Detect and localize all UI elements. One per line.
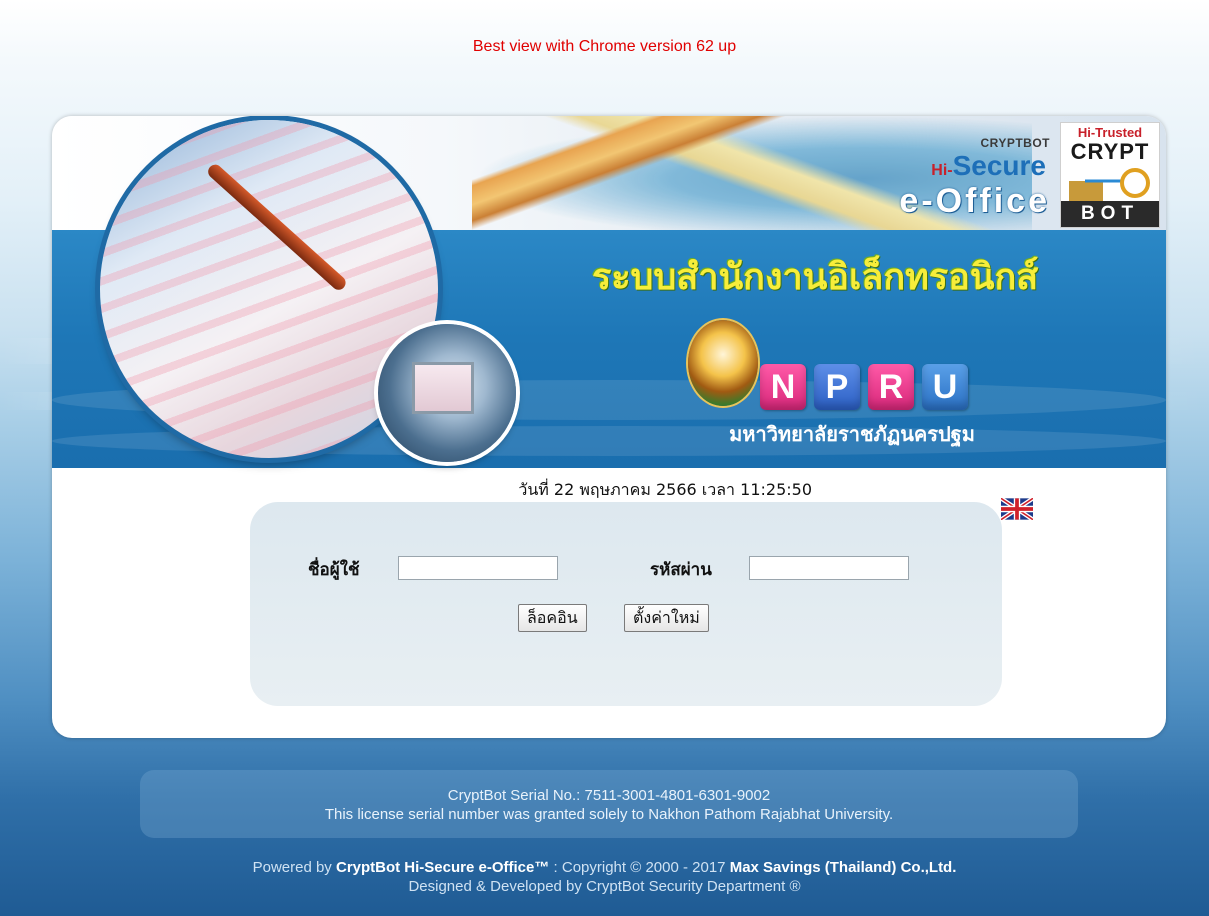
footer-powered: Powered by CryptBot Hi-Secure e-Office™ …: [0, 858, 1209, 877]
login-button[interactable]: ล็อคอิน: [518, 604, 587, 632]
npru-letter-u: U: [922, 364, 968, 410]
pen-graphic: [205, 161, 349, 293]
reset-button[interactable]: ตั้งค่าใหม่: [624, 604, 709, 632]
npru-letter-p: P: [814, 364, 860, 410]
license-grant: This license serial number was granted s…: [324, 806, 894, 823]
footer-company: Max Savings (Thailand) Co.,Ltd.: [729, 859, 957, 876]
hi-trusted-cryptbot-logo: Hi-Trusted CRYPT BOT: [1060, 122, 1160, 228]
password-input[interactable]: [749, 556, 909, 580]
browser-recommendation-note: Best view with Chrome version 62 up: [472, 38, 737, 55]
npru-letter-r: R: [868, 364, 914, 410]
login-form: ชื่อผู้ใช้ รหัสผ่าน ล็อคอิน ตั้งค่าใหม่: [250, 502, 1002, 706]
footer-copyright: : Copyright © 2000 - 2017: [553, 859, 726, 876]
footer-designed-by: Designed & Developed by CryptBot Securit…: [408, 878, 801, 895]
badge-crypt: CRYPT: [1070, 139, 1150, 164]
key-icon: [1069, 168, 1150, 203]
footer-product: CryptBot Hi-Secure e-Office™: [335, 859, 550, 876]
badge-hi-trusted: Hi-Trusted: [1077, 125, 1143, 140]
badge-bot: BOT: [1061, 201, 1159, 227]
password-label: รหัสผ่าน: [650, 560, 712, 580]
footer: Powered by CryptBot Hi-Secure e-Office™ …: [0, 858, 1209, 896]
npru-letter-n: N: [760, 364, 806, 410]
license-info: CryptBot Serial No.: 7511-3001-4801-6301…: [140, 786, 1078, 824]
university-name: มหาวิทยาลัยราชภัฏนครปฐม: [729, 422, 975, 446]
computer-photo-circle: [378, 324, 516, 462]
brand-eoffice: e-Office: [899, 182, 1050, 220]
time-label: เวลา: [701, 480, 736, 499]
brand-hisecure: Hi-Secure: [931, 150, 1046, 182]
username-label: ชื่อผู้ใช้: [308, 560, 360, 580]
brand-hi: Hi-: [931, 162, 953, 179]
current-date: วันที่ 22 พฤษภาคม 2566: [518, 480, 697, 499]
monitor-graphic: [412, 362, 474, 414]
footer-powered-prefix: Powered by: [252, 859, 332, 876]
login-panel: CRYPTBOT Hi-Secure e-Office Hi-Trusted C…: [52, 116, 1166, 738]
current-datetime: วันที่ 22 พฤษภาคม 2566 เวลา 11:25:50: [52, 478, 812, 503]
username-input[interactable]: [398, 556, 558, 580]
brand-cryptbot: CRYPTBOT: [980, 136, 1050, 150]
current-time: 11:25:50: [740, 480, 812, 499]
system-title: ระบบสำนักงานอิเล็กทรอนิกส์: [592, 257, 1039, 298]
brand-secure: Secure: [952, 150, 1046, 181]
npru-logo: N P R U: [760, 364, 968, 410]
uk-flag-icon[interactable]: [1001, 498, 1033, 520]
university-seal-icon: [688, 320, 758, 406]
license-serial: CryptBot Serial No.: 7511-3001-4801-6301…: [447, 787, 771, 804]
